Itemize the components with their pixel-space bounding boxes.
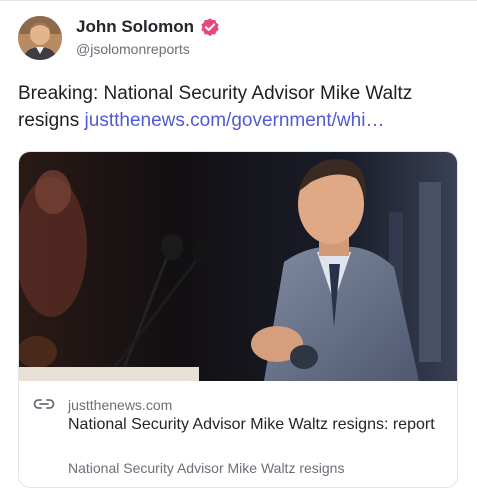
- post-link[interactable]: justthenews.com/government/whi…: [85, 110, 385, 131]
- author-name[interactable]: John Solomon: [76, 17, 194, 37]
- card-domain: justthenews.com: [68, 397, 173, 413]
- verified-badge-icon: [201, 18, 219, 37]
- avatar-image: [18, 16, 62, 60]
- link-icon: [33, 399, 55, 409]
- avatar[interactable]: [18, 16, 62, 60]
- author-handle[interactable]: @jsolomonreports: [76, 41, 190, 57]
- post-header: John Solomon @jsolomonreports: [18, 14, 458, 64]
- card-title[interactable]: National Security Advisor Mike Waltz res…: [68, 414, 443, 436]
- card-thumbnail: [19, 152, 457, 381]
- card-meta: justthenews.com National Security Adviso…: [19, 381, 457, 487]
- card-description: National Security Advisor Mike Waltz res…: [68, 460, 345, 476]
- name-row: John Solomon: [76, 16, 221, 38]
- link-preview-card[interactable]: justthenews.com National Security Adviso…: [18, 151, 458, 488]
- top-divider: [0, 0, 477, 1]
- post-body: Breaking: National Security Advisor Mike…: [18, 80, 463, 134]
